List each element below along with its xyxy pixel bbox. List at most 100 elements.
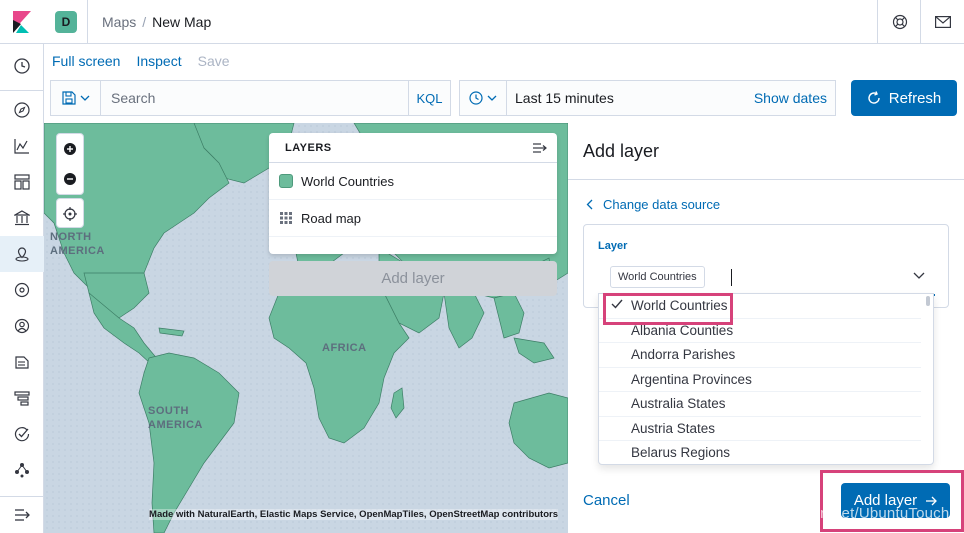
- clock-icon: [14, 58, 30, 74]
- menu-collapse-icon: [15, 509, 30, 521]
- chevron-down-icon[interactable]: [913, 272, 925, 280]
- option-argentina-provinces[interactable]: Argentina Provinces: [599, 368, 921, 392]
- highlight-box-add-layer: [820, 470, 964, 532]
- map-attribution[interactable]: Made with NaturalEarth, Elastic Maps Ser…: [149, 509, 558, 520]
- inspect-link[interactable]: Inspect: [136, 53, 181, 69]
- breadcrumb-separator: /: [142, 14, 147, 30]
- layers-title: LAYERS: [285, 141, 332, 154]
- layers-header: LAYERS: [269, 133, 557, 163]
- save-link: Save: [197, 53, 230, 69]
- plus-circle-icon: [64, 143, 76, 155]
- set-view-button[interactable]: [57, 199, 83, 229]
- apm-icon: [14, 391, 30, 406]
- newsfeed-button[interactable]: [920, 0, 964, 44]
- label-north-america: NORTH AMERICA: [50, 231, 105, 257]
- option-label: Belarus Regions: [631, 445, 731, 461]
- graph-icon: [15, 463, 29, 478]
- nav-collapse[interactable]: [0, 497, 44, 533]
- option-andorra-parishes[interactable]: Andorra Parishes: [599, 343, 921, 368]
- option-label: Austria States: [631, 420, 716, 436]
- nav-visualize[interactable]: [0, 128, 44, 164]
- zoom-in-button[interactable]: [57, 134, 83, 164]
- chevron-down-icon: [487, 95, 497, 101]
- mail-icon: [934, 16, 951, 28]
- nav-ml[interactable]: [0, 272, 44, 308]
- query-bar: KQL: [50, 80, 451, 116]
- minus-circle-icon: [64, 173, 76, 185]
- zoom-out-button[interactable]: [57, 164, 83, 194]
- selected-layer-pill[interactable]: World Countries: [610, 266, 705, 288]
- add-layer-flyout: Add layer Change data source Layer World…: [568, 123, 964, 533]
- compass-icon: [14, 102, 30, 118]
- layer-control: LAYERS World Countries Road map: [269, 133, 557, 254]
- zoom-controls: [56, 133, 84, 195]
- layer-item-road-map[interactable]: Road map: [269, 200, 557, 237]
- nav-apm[interactable]: [0, 380, 44, 416]
- chart-icon: [14, 139, 29, 154]
- change-data-source-label: Change data source: [603, 197, 721, 212]
- nav-maps[interactable]: [0, 236, 44, 272]
- watermark: https://blog.csdn.net/UbuntuTouch: [716, 505, 950, 522]
- crosshair-icon: [63, 207, 77, 221]
- search-input[interactable]: [101, 81, 408, 115]
- infrastructure-icon: [14, 318, 30, 334]
- canvas-icon: [14, 210, 30, 226]
- layer-combobox[interactable]: World Countries: [599, 260, 935, 296]
- kibana-logo-icon: [13, 10, 31, 33]
- refresh-label: Refresh: [888, 89, 942, 107]
- nav-graph[interactable]: [0, 452, 44, 488]
- side-nav: [0, 44, 44, 533]
- scrollbar[interactable]: [926, 296, 930, 306]
- nav-infrastructure[interactable]: [0, 308, 44, 344]
- breadcrumb-current: New Map: [152, 14, 212, 30]
- quick-select-button[interactable]: [460, 81, 507, 115]
- space-avatar[interactable]: D: [55, 11, 77, 33]
- label-africa: AFRICA: [322, 342, 367, 354]
- nav-discover[interactable]: [0, 92, 44, 128]
- uptime-icon: [14, 427, 30, 442]
- option-austria-states[interactable]: Austria States: [599, 417, 921, 441]
- chevron-left-icon: [586, 199, 593, 210]
- layer-name: Road map: [301, 210, 361, 226]
- refresh-icon: [868, 91, 880, 104]
- option-australia-states[interactable]: Australia States: [599, 392, 921, 417]
- flyout-divider: [568, 179, 964, 180]
- layer-name: World Countries: [301, 173, 394, 189]
- option-label: Albania Counties: [631, 322, 734, 338]
- flyout-title: Add layer: [583, 141, 660, 161]
- nav-uptime[interactable]: [0, 416, 44, 452]
- logs-icon: [15, 356, 29, 369]
- help-icon: [892, 14, 907, 30]
- breadcrumb-maps[interactable]: Maps: [102, 14, 136, 30]
- show-dates-link[interactable]: Show dates: [754, 90, 835, 106]
- tiles-icon: [280, 212, 292, 224]
- machine-learning-icon: [14, 282, 30, 298]
- add-layer-button-disabled: Add layer: [269, 261, 557, 296]
- text-cursor: [731, 269, 732, 286]
- full-screen-link[interactable]: Full screen: [52, 53, 120, 69]
- help-button[interactable]: [877, 0, 921, 44]
- layer-field-label: Layer: [598, 240, 628, 252]
- label-south-america: SOUTH AMERICA: [148, 405, 203, 431]
- calendar-clock-icon: [469, 91, 483, 105]
- dashboard-icon: [14, 174, 30, 190]
- nav-logs[interactable]: [0, 344, 44, 380]
- option-belarus-regions[interactable]: Belarus Regions: [599, 441, 921, 464]
- kibana-logo[interactable]: [0, 0, 44, 44]
- nav-divider: [0, 90, 44, 91]
- kql-toggle[interactable]: KQL: [408, 81, 450, 115]
- layer-item-world-countries[interactable]: World Countries: [269, 163, 557, 200]
- saved-query-button[interactable]: [51, 81, 101, 115]
- locate-control: [56, 198, 84, 228]
- fill-swatch-icon: [279, 174, 293, 188]
- collapse-panel-icon[interactable]: [533, 142, 547, 153]
- nav-recent[interactable]: [0, 48, 44, 84]
- cancel-button[interactable]: Cancel: [583, 492, 630, 509]
- nav-canvas[interactable]: [0, 200, 44, 236]
- change-data-source-link[interactable]: Change data source: [586, 197, 720, 212]
- maps-icon: [15, 247, 29, 262]
- nav-dashboard[interactable]: [0, 164, 44, 200]
- refresh-button[interactable]: Refresh: [851, 80, 957, 116]
- option-label: Argentina Provinces: [631, 371, 752, 387]
- time-range-text[interactable]: Last 15 minutes: [507, 90, 754, 106]
